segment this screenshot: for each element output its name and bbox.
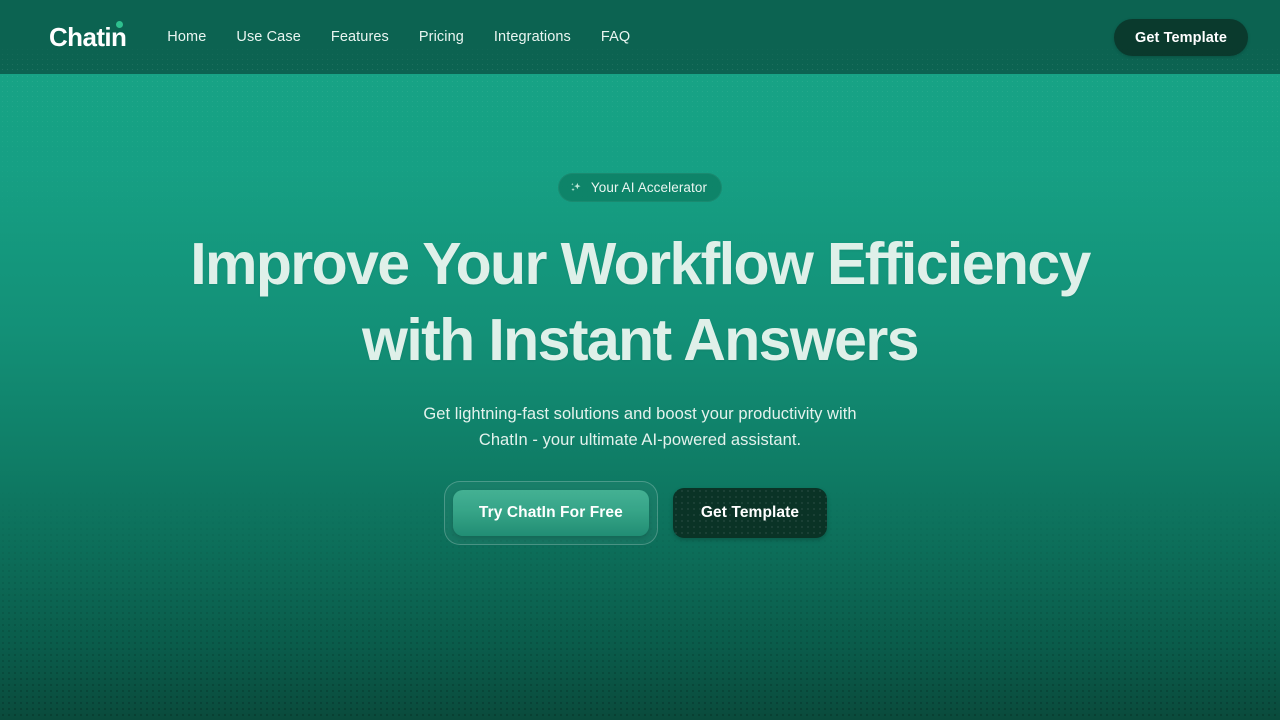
hero-section: Your AI Accelerator Improve Your Workflo…	[0, 74, 1280, 720]
sparkles-icon	[569, 180, 584, 195]
site-header: Chatin Home Use Case Features Pricing In…	[0, 0, 1280, 74]
hero-subtitle-line-1: Get lightning-fast solutions and boost y…	[423, 405, 857, 423]
hero-badge: Your AI Accelerator	[557, 173, 723, 202]
nav-item-use-case[interactable]: Use Case	[236, 29, 300, 45]
header-get-template-button[interactable]: Get Template	[1114, 19, 1248, 56]
hero-get-template-button[interactable]: Get Template	[672, 488, 828, 538]
nav-item-faq[interactable]: FAQ	[601, 29, 630, 45]
nav-item-pricing[interactable]: Pricing	[419, 29, 464, 45]
nav-item-features[interactable]: Features	[331, 29, 389, 45]
page-title: Improve Your Workflow Efficiency with In…	[190, 226, 1091, 378]
brand-logo[interactable]: Chatin	[49, 21, 127, 52]
page-title-line-2: with Instant Answers	[362, 307, 920, 373]
hero-badge-label: Your AI Accelerator	[590, 180, 708, 195]
hero-subtitle-line-2: ChatIn - your ultimate AI-powered assist…	[478, 431, 802, 449]
hero-get-template-button-label: Get Template	[700, 504, 800, 521]
nav-item-integrations[interactable]: Integrations	[494, 29, 571, 45]
try-chatin-for-free-button[interactable]: Try ChatIn For Free	[443, 481, 658, 545]
hero-content: Your AI Accelerator Improve Your Workflo…	[0, 74, 1280, 545]
hero-cta-row: Try ChatIn For Free Get Template	[443, 481, 828, 545]
brand-logo-text: Chatin	[49, 22, 127, 52]
page-title-line-1: Improve Your Workflow Efficiency	[190, 231, 1091, 297]
hero-subtitle: Get lightning-fast solutions and boost y…	[423, 401, 856, 453]
nav-item-home[interactable]: Home	[167, 29, 206, 45]
page-root: Chatin Home Use Case Features Pricing In…	[0, 0, 1280, 720]
main-navigation: Home Use Case Features Pricing Integrati…	[167, 29, 630, 45]
try-chatin-for-free-button-label: Try ChatIn For Free	[478, 504, 623, 521]
